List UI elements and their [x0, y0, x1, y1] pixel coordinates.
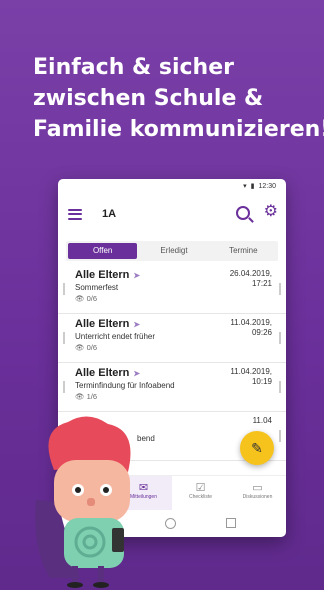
message-sender: Alle Eltern	[75, 269, 130, 281]
app-bar: 1A ⚙	[58, 193, 286, 235]
tab-termine[interactable]: Termine	[209, 241, 278, 261]
send-icon: ➤	[133, 319, 141, 329]
message-date-day: 11.04	[252, 416, 272, 425]
message-sender: Alle Eltern	[75, 367, 130, 379]
seen-value: 0/6	[86, 343, 98, 352]
tab-erledigt[interactable]: Erledigt	[139, 241, 208, 261]
chat-icon: ▭	[252, 482, 263, 494]
edit-icon: ✎	[251, 439, 263, 456]
message-item[interactable]: Alle Eltern ➤ Unterricht endet früher 👁 0…	[58, 314, 286, 363]
message-date-time: 10:19	[251, 377, 272, 386]
seen-count: 👁 1/6	[75, 392, 278, 401]
nav-item-checkliste[interactable]: ☑ Checkliste	[172, 476, 229, 510]
message-date: 26.04.2019, 17:21	[230, 269, 272, 289]
message-date: 11.04.2019, 09:26	[230, 318, 272, 338]
message-date: 11.04.2019, 10:19	[230, 367, 272, 387]
class-title: 1A	[102, 208, 117, 220]
compose-button[interactable]: ✎	[240, 431, 274, 465]
headline-line-1: Einfach & sicher	[33, 55, 234, 80]
tab-offen[interactable]: Offen	[68, 243, 138, 259]
home-icon[interactable]	[165, 517, 176, 529]
message-sender: Alle Eltern	[75, 318, 130, 330]
recent-apps-icon[interactable]	[226, 518, 236, 528]
seen-value: 0/6	[86, 294, 98, 303]
message-date-day: 26.04.2019,	[229, 269, 272, 278]
message-item[interactable]: Alle Eltern ➤ Sommerfest 👁 0/6 26.04.2019…	[58, 265, 286, 314]
search-icon[interactable]	[236, 206, 250, 220]
message-item[interactable]: Alle Eltern ➤ Terminfindung für Infoabend…	[58, 363, 286, 412]
send-icon: ➤	[133, 270, 141, 280]
eye-icon: 👁	[75, 392, 85, 401]
battery-icon: ▮	[250, 183, 255, 190]
message-date-time: 09:26	[251, 328, 272, 337]
nav-label: Diskussionen	[242, 494, 273, 500]
headline: Einfach & sicher zwischen Schule & Famil…	[33, 52, 324, 145]
tab-bar: Offen Erledigt Termine	[66, 241, 278, 261]
gear-icon[interactable]: ⚙	[264, 204, 278, 220]
headline-line-3: Familie kommunizieren!	[33, 117, 324, 142]
eye-icon: 👁	[75, 294, 85, 303]
headline-line-2: zwischen Schule &	[33, 86, 264, 111]
message-date-time: 17:21	[251, 279, 272, 288]
status-time: 12:30	[258, 182, 276, 190]
wifi-icon: ▾	[243, 183, 247, 190]
nav-label: Checkliste	[188, 494, 213, 500]
menu-icon[interactable]	[68, 208, 82, 220]
eye-icon: 👁	[75, 343, 85, 352]
seen-value: 1/6	[86, 392, 98, 401]
status-bar: ▾ ▮ 12:30	[58, 179, 286, 193]
nav-item-diskussionen[interactable]: ▭ Diskussionen	[229, 476, 286, 510]
checklist-icon: ☑	[195, 482, 206, 494]
send-icon: ➤	[133, 368, 141, 378]
message-date-day: 11.04.2019,	[230, 367, 272, 376]
message-date: 11.04	[253, 416, 272, 426]
seen-count: 👁 0/6	[75, 294, 278, 303]
mascot-illustration	[35, 416, 131, 588]
message-date-day: 11.04.2019,	[230, 318, 272, 327]
seen-count: 👁 0/6	[75, 343, 278, 352]
